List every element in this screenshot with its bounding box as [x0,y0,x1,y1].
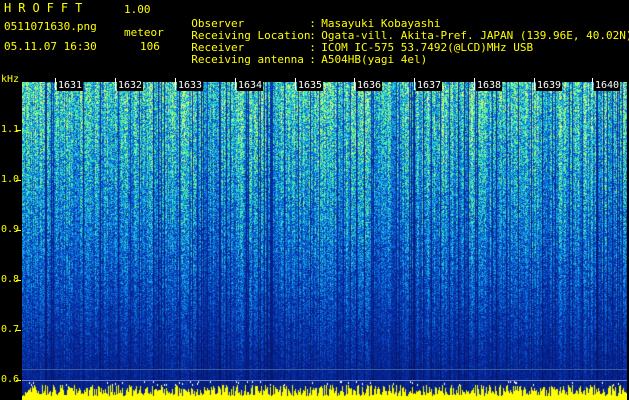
antenna-label: Receiving antenna [191,53,304,66]
spectrogram [22,82,627,400]
time-tick [534,78,535,90]
time-label: 1639 [536,80,563,91]
file-name: 0511071630.png [4,20,97,33]
y-tick-mark [16,280,21,281]
time-label: 1635 [297,80,324,91]
y-tick-mark [16,330,21,331]
time-label: 1634 [237,80,264,91]
reference-line [22,369,627,370]
time-label: 1640 [594,80,621,91]
detection-count: 106 [140,40,160,53]
time-label: 1636 [356,80,383,91]
mode-label: meteor [124,26,164,39]
time-tick [295,78,296,90]
y-tick-mark [16,230,21,231]
app-version: 1.00 [124,3,151,16]
time-label: 1632 [117,80,144,91]
time-tick [354,78,355,90]
frequency-axis-unit: kHz [1,74,20,85]
spectrogram-canvas [22,82,627,400]
time-label: 1638 [476,80,503,91]
time-label: 1637 [416,80,443,91]
time-tick [414,78,415,90]
timestamp: 05.11.07 16:30 [4,40,97,53]
time-tick [55,78,56,90]
reference-line [22,380,627,381]
y-tick-mark [16,180,21,181]
antenna-row: Receiving antenna: A504HB(yagi 4el) [191,53,428,66]
antenna-value: A504HB(yagi 4el) [321,53,428,66]
time-tick [175,78,176,90]
time-tick [474,78,475,90]
time-tick [235,78,236,90]
time-label: 1631 [57,80,84,91]
time-label: 1633 [177,80,204,91]
y-tick-mark [16,130,21,131]
time-tick [592,78,593,90]
time-tick [115,78,116,90]
y-tick-mark [16,380,21,381]
app-title: HROFFT [4,1,90,15]
